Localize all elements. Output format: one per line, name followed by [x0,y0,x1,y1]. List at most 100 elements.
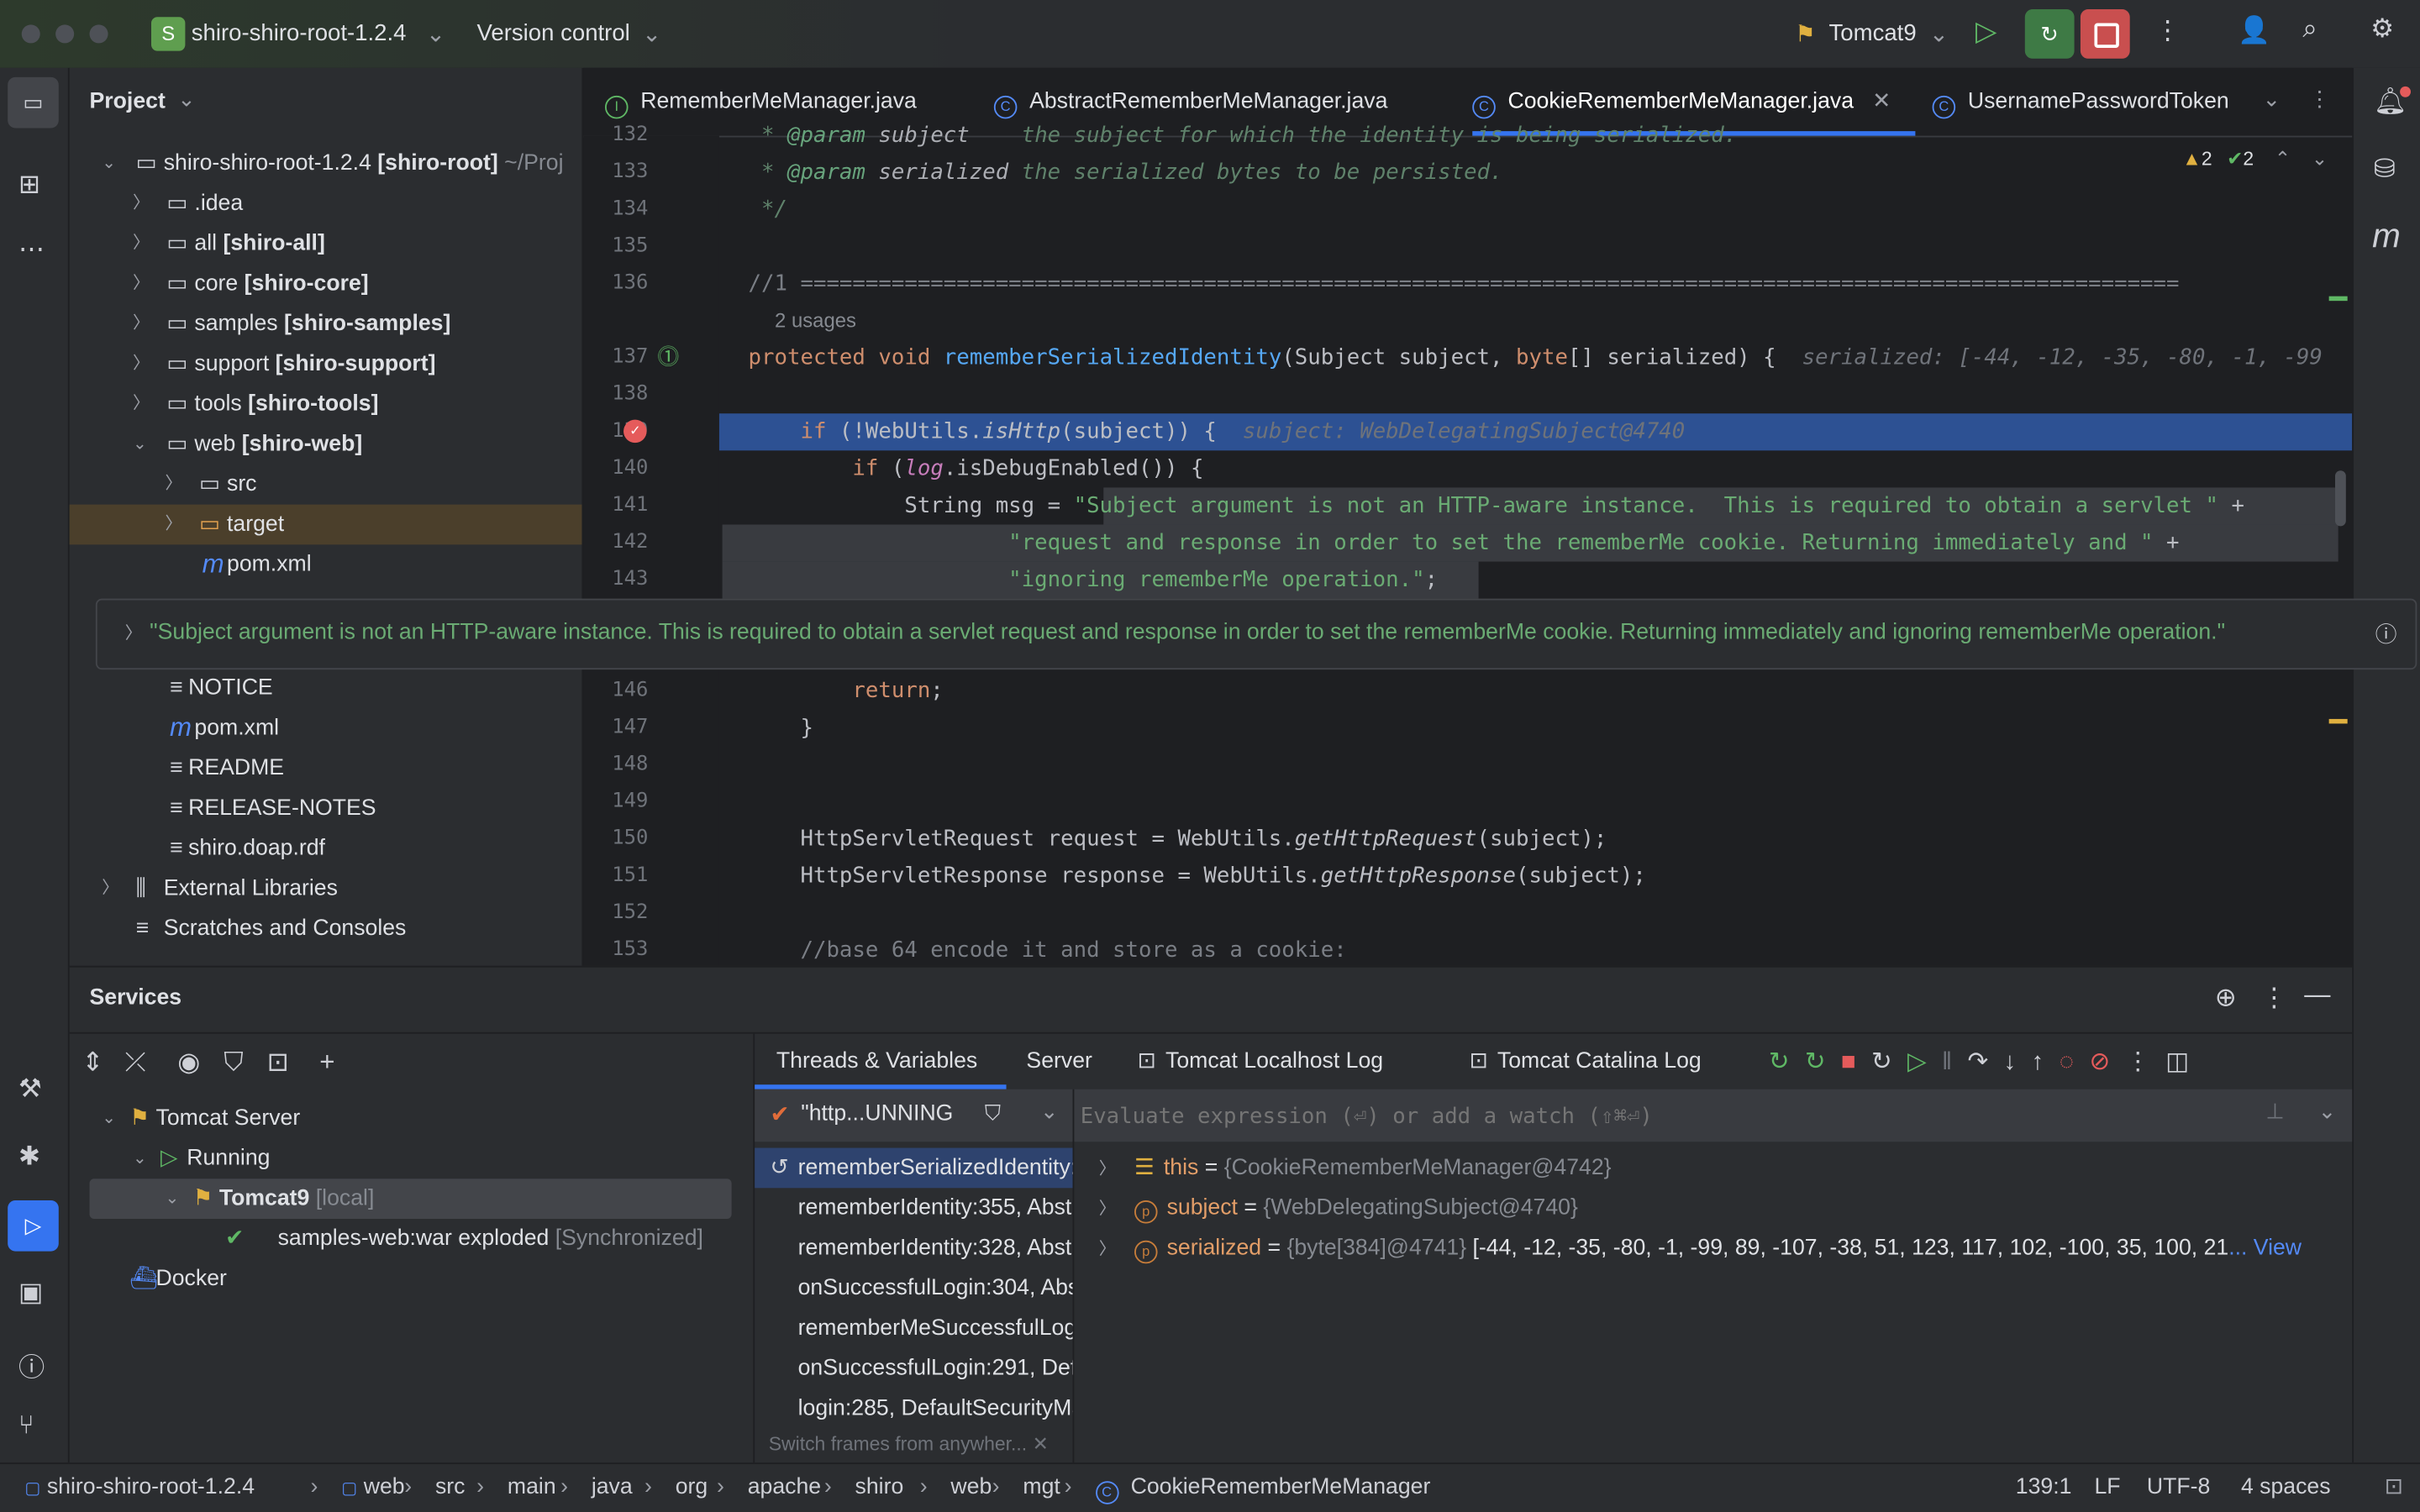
project-tool-folder-icon[interactable]: ▭ [8,76,59,129]
next-highlight-icon[interactable]: ⌄ [2312,148,2328,170]
readonly-lock-icon[interactable]: ⊡ [2385,1475,2403,1499]
project-panel-title[interactable]: Project [90,90,166,114]
stop-button[interactable] [2080,9,2130,59]
filter-icon[interactable]: ⛉ [985,1100,1001,1126]
problems-icon[interactable]: ⓘ [18,1346,45,1384]
inspection-widget[interactable]: ▲2 ✔2 ⌃ ⌄ [2182,146,2328,170]
expand-chevron-icon[interactable]: 〉 [125,620,142,644]
more-icon[interactable]: ⋮ [2261,983,2287,1014]
chevron-right-icon[interactable]: 〉 [133,384,150,424]
restart-icon[interactable]: ↻ [1805,1049,1841,1075]
eye-icon[interactable]: ◉ [177,1047,200,1079]
chevron-right-icon[interactable]: 〉 [133,264,150,304]
chevron-down-icon[interactable]: ⌄ [133,424,147,465]
stack-frame[interactable]: onSuccessfulLogin:291, DefaultSecurityMa… [755,1348,1073,1389]
variable-row[interactable]: 〉 p subject = {WebDelegatingSubject@4740} [1099,1188,1578,1228]
chevron-right-icon[interactable]: 〉 [133,184,150,224]
expand-chevron-icon[interactable]: 〉 [1099,1200,1116,1219]
breadcrumb-item[interactable]: mgt [1023,1475,1060,1499]
search-icon[interactable]: ⌕ [2302,14,2317,45]
info-icon[interactable]: ⓘ [2375,619,2397,650]
stack-frame[interactable]: ↺ rememberSerializedIdentity:139, CookieR… [755,1147,1073,1189]
expand-all-icon[interactable]: ⇕ [82,1047,103,1079]
run-config-selector[interactable]: Tomcat9 [1829,20,1917,46]
collapse-all-icon[interactable]: ⤫ [125,1047,146,1079]
rerun-icon[interactable]: ↻ [1769,1049,1805,1075]
add-user-icon[interactable]: 👤 [2238,15,2270,46]
variable-row[interactable]: 〉 p serialized = {byte[384]@4741} [-44, -1… [1099,1228,2302,1268]
filter-icon[interactable]: ⛉ [224,1047,243,1079]
gear-icon[interactable]: ⚙ [2370,14,2394,45]
stop-icon[interactable]: ■ [1841,1049,1871,1075]
breadcrumb-item[interactable]: C CookieRememberMeManager [1095,1475,1430,1504]
debug-rerun-icon[interactable]: ↻ [2024,9,2075,59]
locate-icon[interactable]: ⊕ [2215,983,2237,1014]
run-icon[interactable]: ▷ [1975,15,1996,48]
editor-scrollbar[interactable] [2334,470,2346,527]
tab-server[interactable]: Server [1026,1049,1092,1074]
breadcrumb-item[interactable]: java [592,1475,633,1499]
tab-tomcat-localhost-log[interactable]: ⊡ Tomcat Localhost Log [1138,1049,1383,1074]
chevron-down-icon[interactable]: ⌄ [2318,1099,2337,1125]
status-encoding[interactable]: UTF-8 [2147,1475,2210,1499]
chevron-right-icon[interactable]: 〉 [102,869,118,909]
close-icon[interactable]: ✕ [1033,1433,1049,1455]
breadcrumb-item[interactable]: ▢ web [341,1475,404,1499]
chevron-down-icon[interactable]: ⌄ [102,1099,116,1139]
stack-frame[interactable]: rememberIdentity:355, AbstractRememberMe… [755,1188,1073,1228]
vcs-selector[interactable]: Version control [477,20,630,46]
add-icon[interactable]: + [319,1047,334,1079]
breadcrumb-item[interactable]: main [508,1475,556,1499]
status-line-sep[interactable]: LF [2094,1475,2120,1499]
minimize-icon[interactable]: — [2304,979,2330,1011]
step-into-icon[interactable]: ↓ [2003,1049,2031,1075]
breadcrumb-item[interactable]: apache [748,1475,821,1499]
new-group-icon[interactable]: ⊡ [267,1047,289,1079]
pause-icon[interactable]: ‖ [1942,1049,1968,1075]
chevron-down-icon[interactable]: ⌄ [1040,1099,1059,1125]
stack-frame[interactable]: rememberIdentity:328, AbstractRememberMe… [755,1228,1073,1268]
structure-icon[interactable]: ⊞ [18,170,40,201]
more-icon[interactable]: ⋮ [2125,1049,2165,1075]
resume-icon[interactable]: ▷ [1907,1049,1942,1075]
database-icon[interactable]: ⛁ [2374,155,2396,186]
more-tools-icon[interactable]: ⋯ [18,234,45,265]
breadcrumb-item[interactable]: shiro [855,1475,904,1499]
chevron-right-icon[interactable]: 〉 [133,223,150,264]
tabs-dropdown-icon[interactable]: ⌄ [2263,87,2281,113]
stack-frame[interactable]: rememberMeSuccessfulLogin:... [755,1309,1073,1349]
chevron-down-icon[interactable]: ⌄ [102,144,116,184]
build-hammer-icon[interactable]: ⚒ [18,1074,42,1105]
layout-icon[interactable]: ◫ [2165,1049,2204,1075]
git-icon[interactable]: ⑂ [18,1410,34,1441]
stack-frame[interactable]: onSuccessfulLogin:304, AbstractRememberM… [755,1268,1073,1309]
tab-threads-variables[interactable]: Threads & Variables [776,1049,977,1074]
step-over-icon[interactable]: ↷ [1967,1049,2003,1075]
usages-hint[interactable]: 2 usages [775,302,2352,339]
services-icon[interactable]: ▷ [8,1200,59,1252]
close-tab-icon[interactable]: ✕ [1872,90,1891,114]
chevron-right-icon[interactable]: 〉 [133,344,150,385]
chevron-down-icon[interactable]: ⌄ [133,1139,147,1179]
breadcrumb-item[interactable]: web [950,1475,992,1499]
window-close-button[interactable] [21,24,40,44]
status-indent[interactable]: 4 spaces [2241,1475,2331,1499]
window-minimize-button[interactable] [55,24,75,44]
project-selector[interactable]: shiro-shiro-root-1.2.4 [192,20,407,46]
debug-bug-icon[interactable]: ✱ [18,1142,40,1173]
mute-breakpoints-icon[interactable]: ⊘ [2089,1049,2125,1075]
code-area[interactable]: 132 * @param subject the subject for whi… [583,118,2353,966]
view-link[interactable]: ... View [2228,1236,2302,1260]
breadcrumb-item[interactable]: ▢ shiro-shiro-root-1.2.4 [24,1475,255,1499]
expand-chevron-icon[interactable]: 〉 [1099,1160,1116,1179]
prev-highlight-icon[interactable]: ⌃ [2275,148,2291,170]
chevron-down-icon[interactable]: ⌄ [166,1179,180,1219]
reload-icon[interactable]: ↻ [1871,1049,1907,1075]
variable-row[interactable]: 〉 ☰ this = {CookieRememberMeManager@4742} [1099,1148,1612,1189]
expand-chevron-icon[interactable]: 〉 [1099,1241,1116,1259]
window-zoom-button[interactable] [89,24,108,44]
maven-icon[interactable]: m [2372,216,2401,256]
chevron-right-icon[interactable]: 〉 [133,304,150,344]
breadcrumb-item[interactable]: org [676,1475,708,1499]
evaluate-expression-input[interactable] [1077,1092,2226,1142]
